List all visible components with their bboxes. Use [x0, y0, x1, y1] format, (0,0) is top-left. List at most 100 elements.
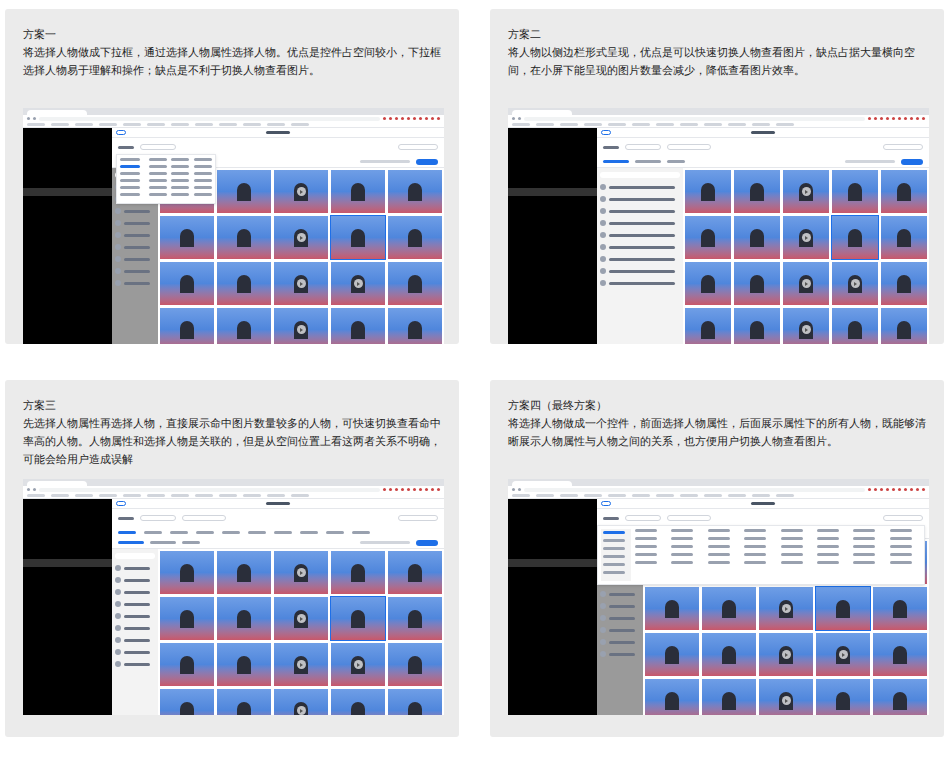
person-row[interactable] — [115, 589, 155, 595]
photo-thumbnail[interactable] — [832, 262, 878, 305]
person-row[interactable] — [600, 639, 640, 645]
photo-thumbnail[interactable] — [331, 216, 385, 259]
photo-thumbnail[interactable] — [388, 262, 442, 305]
attribute-select[interactable] — [140, 144, 176, 150]
date-range[interactable] — [667, 515, 711, 521]
person-row[interactable] — [600, 627, 640, 633]
photo-thumbnail[interactable] — [685, 262, 731, 305]
photo-thumbnail[interactable] — [734, 170, 780, 213]
photo-thumbnail[interactable] — [331, 308, 385, 344]
url-field[interactable] — [524, 488, 865, 492]
search-field[interactable] — [398, 515, 438, 521]
photo-thumbnail[interactable] — [331, 643, 385, 686]
download-button[interactable] — [901, 159, 923, 165]
person-row[interactable] — [600, 268, 680, 274]
person-row[interactable] — [115, 280, 155, 286]
person-row[interactable] — [600, 603, 640, 609]
download-button[interactable] — [416, 540, 438, 546]
photo-thumbnail[interactable] — [274, 643, 328, 686]
person-row[interactable] — [115, 613, 155, 619]
search-field[interactable] — [883, 144, 923, 150]
photo-thumbnail[interactable] — [783, 170, 829, 213]
search-field[interactable] — [115, 553, 155, 559]
search-field[interactable] — [883, 515, 923, 521]
photo-thumbnail[interactable] — [881, 262, 927, 305]
photo-thumbnail[interactable] — [160, 689, 214, 715]
photo-thumbnail[interactable] — [274, 262, 328, 305]
sidebar-item[interactable] — [508, 559, 597, 567]
photo-thumbnail[interactable] — [734, 308, 780, 344]
photo-thumbnail[interactable] — [217, 216, 271, 259]
photo-thumbnail[interactable] — [873, 587, 927, 630]
photo-thumbnail[interactable] — [217, 689, 271, 715]
person-row[interactable] — [600, 280, 680, 286]
photo-thumbnail[interactable] — [160, 216, 214, 259]
person-row[interactable] — [600, 244, 680, 250]
photo-thumbnail[interactable] — [217, 643, 271, 686]
photo-thumbnail[interactable] — [783, 216, 829, 259]
sidebar-item[interactable] — [508, 188, 597, 196]
photo-thumbnail[interactable] — [702, 587, 756, 630]
photo-thumbnail[interactable] — [160, 643, 214, 686]
photo-thumbnail[interactable] — [832, 308, 878, 344]
photo-thumbnail[interactable] — [759, 679, 813, 715]
photo-thumbnail[interactable] — [331, 597, 385, 640]
person-row[interactable] — [600, 615, 640, 621]
person-row[interactable] — [115, 256, 155, 262]
photo-thumbnail[interactable] — [388, 551, 442, 594]
photo-thumbnail[interactable] — [217, 170, 271, 213]
photo-thumbnail[interactable] — [388, 597, 442, 640]
photo-thumbnail[interactable] — [274, 597, 328, 640]
attribute-select[interactable] — [625, 515, 661, 521]
photo-thumbnail[interactable] — [160, 597, 214, 640]
photo-thumbnail[interactable] — [873, 633, 927, 676]
photo-thumbnail[interactable] — [685, 216, 731, 259]
date-range[interactable] — [182, 515, 226, 521]
photo-thumbnail[interactable] — [331, 551, 385, 594]
photo-thumbnail[interactable] — [832, 216, 878, 259]
back-button[interactable] — [601, 130, 611, 135]
photo-thumbnail[interactable] — [685, 170, 731, 213]
photo-thumbnail[interactable] — [783, 262, 829, 305]
photo-thumbnail[interactable] — [645, 679, 699, 715]
sidebar-item[interactable] — [23, 559, 112, 567]
person-dropdown[interactable] — [116, 154, 216, 204]
photo-thumbnail[interactable] — [645, 633, 699, 676]
photo-thumbnail[interactable] — [388, 643, 442, 686]
photo-thumbnail[interactable] — [388, 216, 442, 259]
person-row[interactable] — [600, 232, 680, 238]
person-row[interactable] — [600, 591, 640, 597]
person-row[interactable] — [115, 244, 155, 250]
photo-thumbnail[interactable] — [873, 679, 927, 715]
photo-thumbnail[interactable] — [702, 633, 756, 676]
person-row[interactable] — [115, 220, 155, 226]
photo-thumbnail[interactable] — [388, 689, 442, 715]
person-row[interactable] — [600, 220, 680, 226]
attribute-select[interactable] — [140, 515, 176, 521]
person-row[interactable] — [600, 651, 640, 657]
photo-thumbnail[interactable] — [274, 308, 328, 344]
back-button[interactable] — [601, 501, 611, 506]
date-range[interactable] — [667, 144, 711, 150]
photo-thumbnail[interactable] — [881, 170, 927, 213]
attribute-select[interactable] — [625, 144, 661, 150]
url-field[interactable] — [39, 488, 380, 492]
photo-thumbnail[interactable] — [881, 308, 927, 344]
back-button[interactable] — [116, 130, 126, 135]
photo-thumbnail[interactable] — [217, 597, 271, 640]
person-row[interactable] — [600, 184, 680, 190]
url-field[interactable] — [524, 117, 865, 121]
photo-thumbnail[interactable] — [274, 689, 328, 715]
photo-thumbnail[interactable] — [783, 308, 829, 344]
person-row[interactable] — [600, 196, 680, 202]
photo-thumbnail[interactable] — [816, 587, 870, 630]
person-row[interactable] — [115, 577, 155, 583]
person-row[interactable] — [115, 208, 155, 214]
person-row[interactable] — [115, 625, 155, 631]
photo-thumbnail[interactable] — [274, 170, 328, 213]
person-row[interactable] — [115, 637, 155, 643]
photo-thumbnail[interactable] — [881, 216, 927, 259]
photo-thumbnail[interactable] — [274, 216, 328, 259]
photo-thumbnail[interactable] — [816, 679, 870, 715]
url-field[interactable] — [39, 117, 380, 121]
